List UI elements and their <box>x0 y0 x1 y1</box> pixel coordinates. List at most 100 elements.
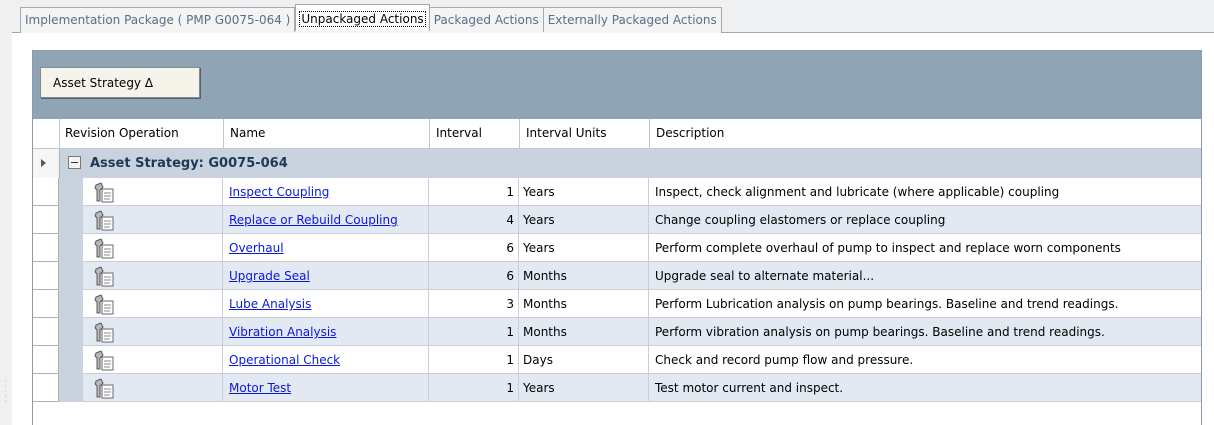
action-name-link[interactable]: Operational Check <box>229 353 340 367</box>
column-header-interval-units[interactable]: Interval Units <box>519 119 649 148</box>
cell-description[interactable]: Check and record pump flow and pressure. <box>649 346 1201 374</box>
table-row[interactable]: Lube Analysis 3 Months Perform Lubrication … <box>33 290 1201 318</box>
cell-description[interactable]: Perform Lubrication analysis on pump bea… <box>649 290 1201 318</box>
cell-name: Motor Test <box>223 374 429 402</box>
group-indent <box>59 234 83 262</box>
row-selector[interactable] <box>33 206 59 234</box>
row-cells: Operational Check 1 Days Check and record p… <box>83 346 1201 374</box>
tab-packaged-actions[interactable]: Packaged Actions <box>430 8 544 32</box>
group-indent <box>59 178 83 206</box>
table-row[interactable]: Overhaul 6 Years Perform complete overhaul … <box>33 234 1201 262</box>
cell-revision-operation[interactable] <box>83 234 223 262</box>
cell-description[interactable]: Upgrade seal to alternate material... <box>649 262 1201 290</box>
tab-externally-packaged-actions[interactable]: Externally Packaged Actions <box>544 8 721 32</box>
cell-revision-operation[interactable] <box>83 178 223 206</box>
cell-description[interactable]: Perform vibration analysis on pump beari… <box>649 318 1201 346</box>
revision-operation-icon <box>94 266 114 287</box>
cell-interval[interactable]: 1 <box>429 346 519 374</box>
cell-interval-units[interactable]: Years <box>519 234 649 262</box>
action-name-link[interactable]: Inspect Coupling <box>229 185 329 199</box>
row-cells: Vibration Analysis 1 Months Perform vibrati… <box>83 318 1201 346</box>
cell-interval-units[interactable]: Years <box>519 178 649 206</box>
group-by-asset-strategy-button[interactable]: Asset Strategy Δ <box>40 67 200 98</box>
group-indent <box>59 318 83 346</box>
cell-revision-operation[interactable] <box>83 206 223 234</box>
cell-description[interactable]: Test motor current and inspect. <box>649 374 1201 402</box>
cell-interval-units[interactable]: Months <box>519 318 649 346</box>
cell-description[interactable]: Change coupling elastomers or replace co… <box>649 206 1201 234</box>
tab-unpackaged-actions[interactable]: Unpackaged Actions <box>295 4 430 31</box>
cell-interval[interactable]: 4 <box>429 206 519 234</box>
cell-name: Replace or Rebuild Coupling <box>223 206 429 234</box>
table-row[interactable]: Motor Test 1 Years Test motor current and i… <box>33 374 1201 402</box>
row-cells: Replace or Rebuild Coupling 4 Years Change … <box>83 206 1201 234</box>
row-selector[interactable] <box>33 178 59 206</box>
actions-grid: Asset Strategy Δ Revision Operation Name… <box>32 50 1202 425</box>
action-name-link[interactable]: Replace or Rebuild Coupling <box>229 213 398 227</box>
row-selector[interactable] <box>33 346 59 374</box>
row-cells: Inspect Coupling 1 Years Inspect, check ali… <box>83 178 1201 206</box>
current-row-arrow-icon <box>41 159 46 167</box>
action-name-link[interactable]: Upgrade Seal <box>229 269 310 283</box>
table-row[interactable]: Vibration Analysis 1 Months Perform vibrati… <box>33 318 1201 346</box>
row-selector[interactable] <box>33 234 59 262</box>
cell-name: Operational Check <box>223 346 429 374</box>
cell-revision-operation[interactable] <box>83 346 223 374</box>
row-cells: Lube Analysis 3 Months Perform Lubrication … <box>83 290 1201 318</box>
action-name-link[interactable]: Motor Test <box>229 381 291 395</box>
row-cells: Motor Test 1 Years Test motor current and i… <box>83 374 1201 402</box>
cell-revision-operation[interactable] <box>83 318 223 346</box>
cell-interval[interactable]: 1 <box>429 318 519 346</box>
action-name-link[interactable]: Vibration Analysis <box>229 325 336 339</box>
revision-operation-icon <box>94 294 114 315</box>
cell-interval-units[interactable]: Days <box>519 346 649 374</box>
splitter-grip[interactable]: · · · · · <box>4 378 7 408</box>
row-selector[interactable] <box>33 149 60 178</box>
table-row[interactable]: Upgrade Seal 6 Months Upgrade seal to alter… <box>33 262 1201 290</box>
row-selector[interactable] <box>33 318 59 346</box>
group-by-area: Asset Strategy Δ <box>33 50 1201 119</box>
cell-interval[interactable]: 1 <box>429 178 519 206</box>
cell-revision-operation[interactable] <box>83 290 223 318</box>
row-selector[interactable] <box>33 262 59 290</box>
cell-description[interactable]: Perform complete overhaul of pump to ins… <box>649 234 1201 262</box>
group-indent <box>59 290 83 318</box>
group-indent <box>59 262 83 290</box>
cell-revision-operation[interactable] <box>83 262 223 290</box>
cell-interval-units[interactable]: Years <box>519 374 649 402</box>
cell-interval[interactable]: 3 <box>429 290 519 318</box>
column-header-interval[interactable]: Interval <box>429 119 519 148</box>
cell-interval[interactable]: 1 <box>429 374 519 402</box>
row-selector[interactable] <box>33 290 59 318</box>
column-header-revision-operation[interactable]: Revision Operation <box>59 119 223 148</box>
cell-name: Vibration Analysis <box>223 318 429 346</box>
action-name-link[interactable]: Overhaul <box>229 241 284 255</box>
cell-interval-units[interactable]: Years <box>519 206 649 234</box>
cell-name: Upgrade Seal <box>223 262 429 290</box>
row-cells: Upgrade Seal 6 Months Upgrade seal to alter… <box>83 262 1201 290</box>
group-label: Asset Strategy: G0075-064 <box>90 156 288 171</box>
row-selector[interactable] <box>33 374 59 402</box>
revision-operation-icon <box>94 210 114 231</box>
cell-revision-operation[interactable] <box>83 374 223 402</box>
revision-operation-icon <box>94 322 114 343</box>
cell-interval-units[interactable]: Months <box>519 262 649 290</box>
table-row[interactable]: Inspect Coupling 1 Years Inspect, check ali… <box>33 178 1201 206</box>
action-name-link[interactable]: Lube Analysis <box>229 297 311 311</box>
column-header-name[interactable]: Name <box>223 119 429 148</box>
grid-header: Revision Operation Name Interval Interva… <box>33 119 1201 149</box>
cell-name: Lube Analysis <box>223 290 429 318</box>
collapse-icon[interactable] <box>68 156 81 169</box>
table-row[interactable]: Operational Check 1 Days Check and record p… <box>33 346 1201 374</box>
revision-operation-icon <box>94 182 114 203</box>
cell-interval[interactable]: 6 <box>429 234 519 262</box>
cell-description[interactable]: Inspect, check alignment and lubricate (… <box>649 178 1201 206</box>
revision-operation-icon <box>94 350 114 371</box>
table-row[interactable]: Replace or Rebuild Coupling 4 Years Change … <box>33 206 1201 234</box>
cell-interval-units[interactable]: Months <box>519 290 649 318</box>
group-row[interactable]: Asset Strategy: G0075-064 <box>33 149 1201 179</box>
tab-strip: Implementation Package ( PMP G0075-064 )… <box>20 4 722 33</box>
tab-implementation-package[interactable]: Implementation Package ( PMP G0075-064 ) <box>21 8 296 32</box>
column-header-description[interactable]: Description <box>649 119 1201 148</box>
cell-interval[interactable]: 6 <box>429 262 519 290</box>
